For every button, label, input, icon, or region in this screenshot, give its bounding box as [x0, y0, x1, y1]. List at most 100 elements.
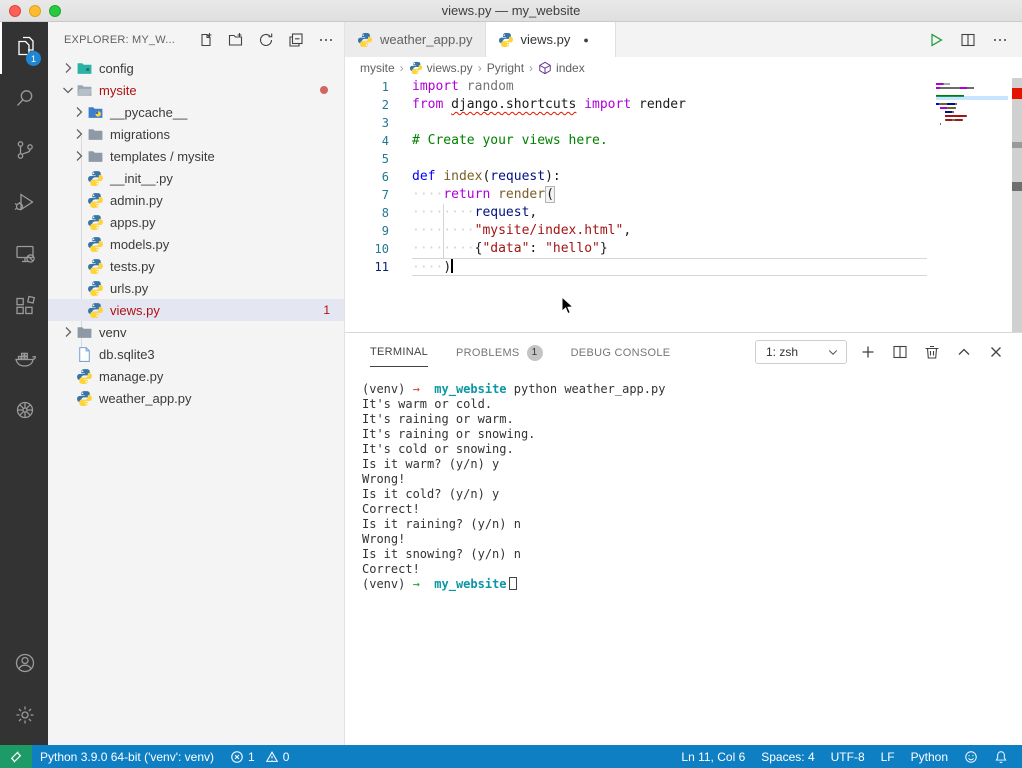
problems-status[interactable]: 1 0 [222, 745, 297, 768]
status-spaces-4[interactable]: Spaces: 4 [753, 745, 822, 768]
breadcrumb-item-views-py[interactable]: views.py [409, 61, 473, 75]
activitybar-item-explorer[interactable]: 1 [0, 22, 48, 74]
tree-item-templates-mysite[interactable]: templates / mysite [48, 145, 344, 167]
activitybar-item-run-debug[interactable] [0, 178, 48, 230]
code-line-4[interactable]: 4# Create your views here. [345, 132, 1022, 150]
current-line-highlight [412, 258, 927, 276]
python-icon [498, 32, 514, 48]
tree-item-migrations[interactable]: migrations [48, 123, 344, 145]
code-line-10[interactable]: 10········{"data": "hello"} [345, 240, 1022, 258]
zoom-window-button[interactable] [49, 5, 61, 17]
minimize-window-button[interactable] [29, 5, 41, 17]
code-line-3[interactable]: 3 [345, 114, 1022, 132]
activitybar-item-search[interactable] [0, 74, 48, 126]
line-number: 6 [345, 168, 389, 186]
tree-item-__init__-py[interactable]: __init__.py [48, 167, 344, 189]
chevron-spacer [71, 236, 87, 252]
tree-item-venv[interactable]: venv [48, 321, 344, 343]
activitybar-item-kubernetes[interactable] [0, 386, 48, 438]
split-editor-icon[interactable] [960, 32, 976, 48]
tree-item-manage-py[interactable]: manage.py [48, 365, 344, 387]
code-editor[interactable]: 1import random2from django.shortcuts imp… [345, 78, 1022, 332]
status-python[interactable]: Python [903, 745, 956, 768]
breadcrumb-item-pyright[interactable]: Pyright [487, 61, 524, 75]
breadcrumb-separator: › [528, 61, 534, 75]
vscode-window: views.py — my_website 1 EXPLORER: MY_W..… [0, 0, 1022, 768]
tree-item-apps-py[interactable]: apps.py [48, 211, 344, 233]
code-line-2[interactable]: 2from django.shortcuts import render [345, 96, 1022, 114]
tree-item-__pycache__[interactable]: __pycache__ [48, 101, 344, 123]
search-icon [13, 86, 37, 115]
code-line-5[interactable]: 5 [345, 150, 1022, 168]
more-icon[interactable] [318, 32, 334, 48]
chevron-spacer [71, 280, 87, 296]
breadcrumb-item-mysite[interactable]: mysite [360, 61, 395, 75]
kill-terminal-icon[interactable] [924, 344, 940, 360]
activitybar-item-docker[interactable] [0, 334, 48, 386]
breadcrumb-label: mysite [360, 61, 395, 75]
status-bell[interactable] [986, 745, 1016, 768]
code-line-6[interactable]: 6def index(request): [345, 168, 1022, 186]
activitybar-item-account[interactable] [0, 639, 48, 691]
close-panel-icon[interactable] [988, 344, 1004, 360]
chevron-right-icon [71, 126, 87, 142]
panel-tab-terminal[interactable]: TERMINAL [370, 336, 428, 367]
python-icon [87, 258, 104, 274]
tree-item-views-py[interactable]: views.py1 [48, 299, 344, 321]
split-terminal-icon[interactable] [892, 344, 908, 360]
tree-item-config[interactable]: config [48, 57, 344, 79]
terminal-output[interactable]: (venv) → my_website python weather_app.p… [345, 370, 1022, 592]
editor-tab-views-py[interactable]: views.py● [486, 22, 616, 57]
new-folder-icon[interactable] [228, 32, 244, 48]
activitybar-item-settings[interactable] [0, 691, 48, 743]
maximize-panel-icon[interactable] [956, 344, 972, 360]
minimap-slider[interactable] [936, 96, 1008, 100]
line-number: 9 [345, 222, 389, 240]
python-interpreter[interactable]: Python 3.9.0 64-bit ('venv': venv) [32, 745, 222, 768]
code-line-7[interactable]: 7····return render( [345, 186, 1022, 204]
minimap[interactable] [936, 83, 1008, 127]
collapse-all-icon[interactable] [288, 32, 304, 48]
tree-item-tests-py[interactable]: tests.py [48, 255, 344, 277]
tree-item-weather_app-py[interactable]: weather_app.py [48, 387, 344, 409]
activitybar-item-extensions[interactable] [0, 282, 48, 334]
dirty-indicator[interactable]: ● [583, 35, 588, 45]
tree-item-label: config [99, 61, 134, 76]
status-lf[interactable]: LF [873, 745, 903, 768]
close-window-button[interactable] [9, 5, 21, 17]
tree-item-admin-py[interactable]: admin.py [48, 189, 344, 211]
new-terminal-icon[interactable] [860, 344, 876, 360]
tree-item-models-py[interactable]: models.py [48, 233, 344, 255]
tree-item-mysite[interactable]: mysite [48, 79, 344, 101]
new-file-icon[interactable] [198, 32, 214, 48]
breadcrumb-item-index[interactable]: index [538, 61, 585, 75]
tree-item-urls-py[interactable]: urls.py [48, 277, 344, 299]
status-utf-8[interactable]: UTF-8 [823, 745, 873, 768]
code-line-1[interactable]: 1import random [345, 78, 1022, 96]
explorer-header: EXPLORER: MY_W... [48, 22, 344, 57]
code-line-8[interactable]: 8········request, [345, 204, 1022, 222]
status-feedback[interactable] [956, 745, 986, 768]
remote-indicator[interactable] [0, 745, 32, 768]
code-line-content: ········{"data": "hello"} [389, 240, 608, 258]
shell-select[interactable]: 1: zsh [755, 340, 847, 364]
minimap-line [936, 115, 1008, 117]
tree-item-db-sqlite3[interactable]: db.sqlite3 [48, 343, 344, 365]
refresh-icon[interactable] [258, 32, 274, 48]
kubernetes-icon [13, 398, 37, 427]
activitybar-item-remote-explorer[interactable] [0, 230, 48, 282]
terminal-line: Is it snowing? (y/n) n [362, 547, 1022, 562]
code-line-content: def index(request): [389, 168, 561, 186]
status-ln-11-col-6[interactable]: Ln 11, Col 6 [673, 745, 753, 768]
run-icon[interactable] [928, 32, 944, 48]
status-item-label: LF [881, 750, 895, 764]
code-line-9[interactable]: 9········"mysite/index.html", [345, 222, 1022, 240]
overview-ruler[interactable] [1012, 78, 1022, 332]
activitybar-item-source-control[interactable] [0, 126, 48, 178]
editor-tab-weather_app-py[interactable]: weather_app.py [345, 22, 486, 57]
breadcrumb-label: index [556, 61, 585, 75]
panel-tab-debug-console[interactable]: DEBUG CONSOLE [571, 337, 671, 367]
panel-tab-problems[interactable]: PROBLEMS1 [456, 335, 543, 369]
code-line-11[interactable]: 11····) [345, 258, 1022, 276]
more-icon[interactable] [992, 32, 1008, 48]
